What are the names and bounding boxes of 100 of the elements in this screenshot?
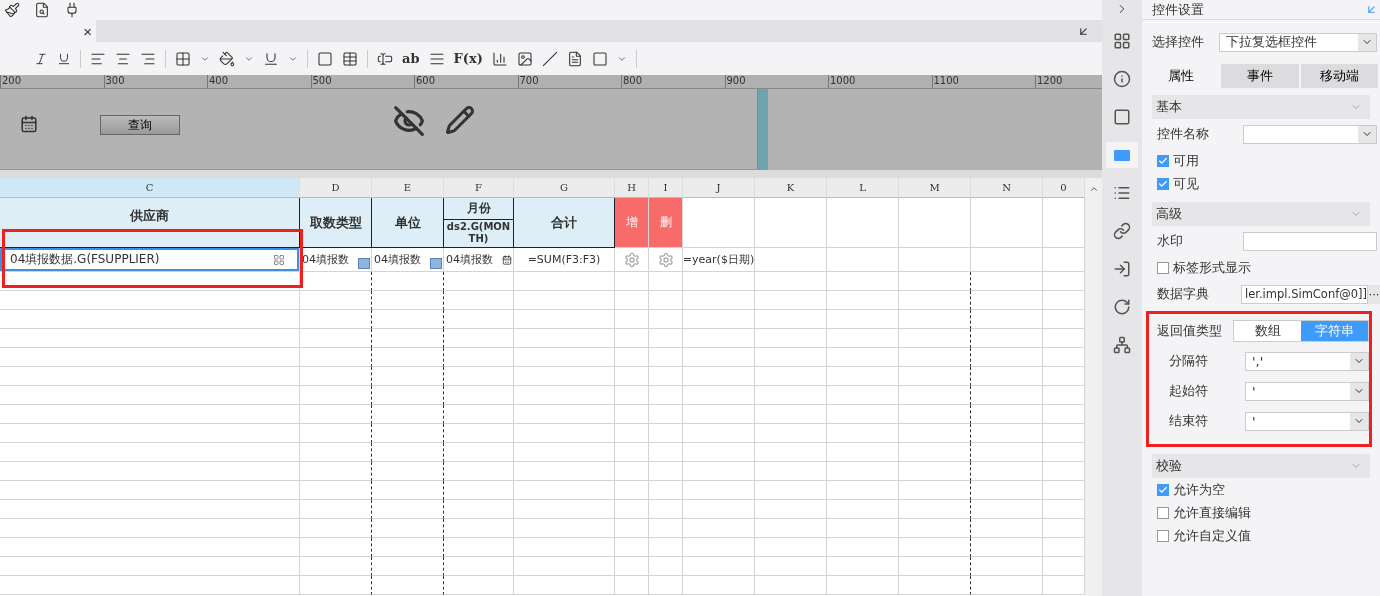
border-icon[interactable] <box>175 50 191 67</box>
merge-icon[interactable] <box>317 50 333 67</box>
eye-off-icon[interactable] <box>393 105 425 137</box>
panel-tab[interactable]: 移动端 <box>1300 64 1380 88</box>
column-header[interactable]: K <box>755 178 827 198</box>
section-header[interactable]: 基本 <box>1152 95 1370 119</box>
empty-cell <box>649 576 683 595</box>
column-header[interactable]: H <box>615 178 649 198</box>
section-header[interactable]: 高级 <box>1152 202 1370 226</box>
empty-cell <box>683 291 755 310</box>
column-heading: 单位 <box>394 213 421 232</box>
empty-cell <box>899 500 971 519</box>
column-header[interactable]: C <box>0 178 300 198</box>
empty-cell <box>615 538 649 557</box>
empty-cell <box>300 481 372 500</box>
font-color-icon[interactable] <box>263 50 279 67</box>
input-field[interactable]: ' <box>1245 381 1369 401</box>
empty-cell <box>899 310 971 329</box>
document-tab[interactable]: × <box>0 20 96 42</box>
empty-cell <box>755 443 827 462</box>
action-label: 增 <box>625 214 638 231</box>
slash-icon[interactable] <box>541 50 558 67</box>
column-header[interactable]: 0 <box>1043 178 1085 198</box>
bar-chart-icon[interactable] <box>491 50 508 67</box>
empty-cell <box>827 519 899 538</box>
fill-icon[interactable] <box>219 50 235 67</box>
column-header[interactable]: M <box>899 178 971 198</box>
empty-cell <box>899 519 971 538</box>
empty-cell <box>372 272 444 291</box>
column-header[interactable]: N <box>971 178 1043 198</box>
pencil-icon[interactable] <box>445 105 475 135</box>
input-field[interactable] <box>1243 124 1377 144</box>
underline-icon[interactable] <box>57 51 71 66</box>
empty-cell <box>615 557 649 576</box>
input-field[interactable]: ler.impl.SimConf@0]] <box>1241 284 1369 304</box>
column-header[interactable]: D <box>300 178 372 198</box>
segment-option[interactable]: 数组 <box>1234 321 1301 341</box>
grid-icon[interactable] <box>342 50 358 67</box>
checkbox-option[interactable]: 允许自定义值 <box>1142 524 1380 547</box>
empty-cell <box>649 329 683 348</box>
empty-cell <box>827 462 899 481</box>
plug-icon[interactable] <box>64 2 80 18</box>
italic-icon[interactable] <box>34 51 48 66</box>
column-header[interactable]: J <box>683 178 755 198</box>
empty-cell <box>971 424 1043 443</box>
empty-cell <box>971 272 1043 291</box>
empty-cell <box>755 291 827 310</box>
brush-icon[interactable] <box>4 2 20 18</box>
square-icon[interactable] <box>591 50 608 67</box>
file-search-icon[interactable] <box>34 2 50 18</box>
empty-cell <box>615 481 649 500</box>
empty-cell <box>615 576 649 595</box>
rotate-icon <box>1113 298 1131 316</box>
empty-cell <box>300 462 372 481</box>
empty-cell <box>827 329 899 348</box>
input-field[interactable]: ' <box>1245 411 1369 431</box>
checkbox-option[interactable]: 可见 <box>1142 172 1380 195</box>
empty-cell <box>649 500 683 519</box>
formula-tool[interactable]: F(x) <box>453 51 483 66</box>
empty-cell <box>444 576 514 595</box>
field-label: 返回值类型 <box>1157 322 1223 340</box>
empty-cell <box>300 348 372 367</box>
document-icon[interactable] <box>566 50 583 67</box>
cell-editor[interactable]: 04填报数据.G(FSUPPLIER) <box>0 248 299 271</box>
empty-cell <box>683 348 755 367</box>
scroll-up-icon[interactable] <box>1088 184 1099 194</box>
widget-select[interactable]: 下拉复选框控件 <box>1219 32 1377 52</box>
text-tool[interactable]: ab <box>402 51 420 66</box>
empty-cell <box>683 462 755 481</box>
empty-cell <box>683 538 755 557</box>
empty-cell <box>971 367 1043 386</box>
query-button[interactable]: 查询 <box>100 115 180 135</box>
empty-cell <box>755 557 827 576</box>
text-field-icon[interactable] <box>377 50 393 67</box>
checkbox-option[interactable]: 标签形式显示 <box>1142 256 1380 279</box>
panel-tab[interactable]: 事件 <box>1221 64 1301 88</box>
column-header[interactable]: F <box>444 178 514 198</box>
column-header[interactable]: G <box>514 178 615 198</box>
empty-cell <box>755 500 827 519</box>
checkbox-option[interactable]: 允许为空 <box>1142 478 1380 501</box>
section-header[interactable]: 校验 <box>1152 454 1370 478</box>
checkbox-option[interactable]: 可用 <box>1142 149 1380 172</box>
empty-cell <box>899 538 971 557</box>
image-icon[interactable] <box>516 50 533 67</box>
empty-cell <box>755 424 827 443</box>
field-label: 起始符 <box>1169 382 1209 400</box>
calendar-icon[interactable] <box>20 115 38 133</box>
input-field[interactable]: ',' <box>1245 351 1369 371</box>
empty-cell <box>899 291 971 310</box>
column-heading: 取数类型 <box>309 213 362 232</box>
input-field[interactable] <box>1243 231 1377 251</box>
column-header[interactable]: L <box>827 178 899 198</box>
column-header[interactable]: I <box>649 178 683 198</box>
empty-cell <box>755 272 827 291</box>
column-header[interactable]: E <box>372 178 444 198</box>
close-button[interactable]: × <box>79 22 96 40</box>
resize-handle[interactable] <box>758 89 768 170</box>
more-button[interactable]: ··· <box>1368 284 1380 304</box>
widget-button[interactable] <box>1106 142 1138 168</box>
checkbox-option[interactable]: 允许直接编辑 <box>1142 501 1380 524</box>
